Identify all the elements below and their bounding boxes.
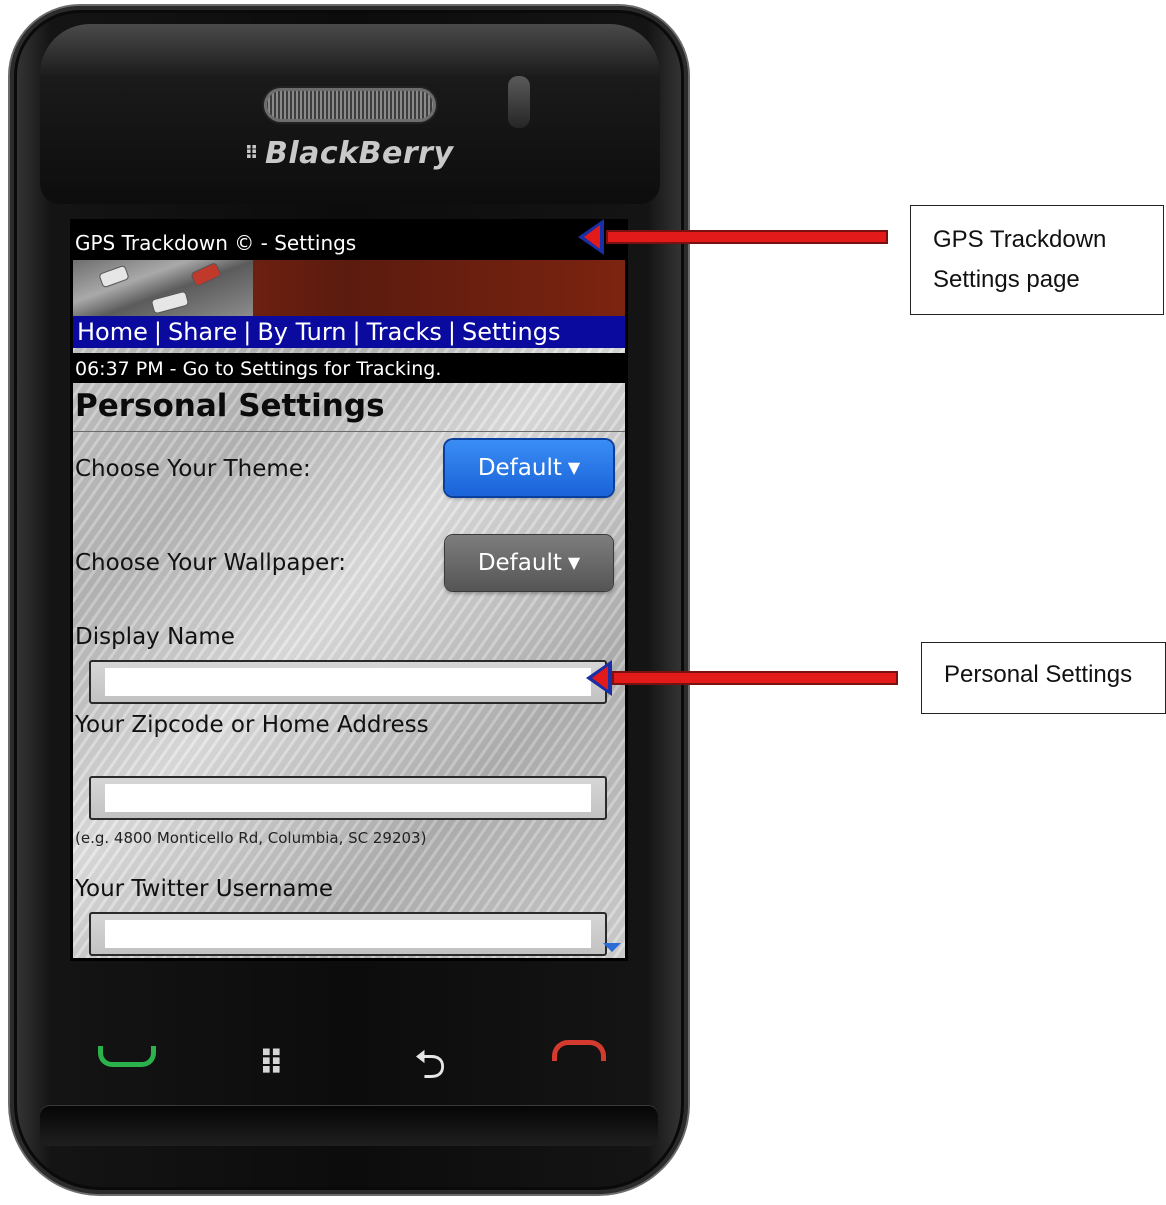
display-name-field-frame [89,660,607,704]
dropdown-arrow-icon: ▼ [567,553,581,572]
hardware-keys: ⠿ ⮌ [20,1016,698,1106]
callout-settings-page-text: GPS Trackdown Settings page [933,226,1107,293]
section-title: Personal Settings [75,388,385,424]
phone-bottom-bezel [40,1106,658,1146]
brand-name: BlackBerry [265,136,454,171]
back-key-icon[interactable]: ⮌ [414,1036,446,1104]
car-icon [151,291,189,314]
light-sensor [508,76,530,128]
header-banner [73,260,625,316]
callout-arrow [606,230,888,244]
divider [73,431,625,432]
callout-arrow [612,671,898,685]
nav-by-turn[interactable]: By Turn [257,318,346,346]
speaker-grille [264,88,436,122]
twitter-label: Your Twitter Username [75,876,334,902]
wallpaper-label: Choose Your Wallpaper: [75,550,347,576]
status-message: 06:37 PM - Go to Settings for Tracking. [73,353,625,383]
dropdown-arrow-icon: ▼ [567,458,581,477]
phone-screen: GPS Trackdown © - Settings Home | Share | By… [73,222,625,958]
theme-select[interactable]: Default ▼ [445,440,613,496]
wallpaper-select-value: Default [477,550,562,576]
nav-settings[interactable]: Settings [462,318,560,346]
blackberry-logo-icon: ⠿ [244,143,260,164]
twitter-username-field[interactable] [105,920,591,948]
app-title-bar: GPS Trackdown © - Settings [73,222,625,260]
brand-logo: ⠿ BlackBerry [10,136,688,171]
end-call-key-icon[interactable] [552,1040,606,1061]
call-key-icon[interactable] [98,1046,156,1067]
callout-personal-settings: Personal Settings [921,642,1166,714]
display-name-field[interactable] [105,668,591,696]
display-name-label: Display Name [75,624,235,650]
blackberry-menu-key-icon[interactable]: ⠿ [258,1044,284,1084]
address-field[interactable] [105,784,591,812]
address-hint: (e.g. 4800 Monticello Rd, Columbia, SC 2… [75,829,427,847]
nav-tracks[interactable]: Tracks [367,318,442,346]
nav-bar: Home | Share | By Turn | Tracks | Settings [73,316,625,348]
wallpaper-select[interactable]: Default ▼ [445,535,613,591]
phone-body: ⠿ BlackBerry GPS Trackdown © - Settings H… [10,6,688,1194]
address-label: Your Zipcode or Home Address [75,712,429,738]
nav-home[interactable]: Home [77,318,148,346]
scroll-down-icon [603,943,621,952]
car-icon [99,265,129,288]
theme-label: Choose Your Theme: [75,456,311,482]
car-icon [191,263,221,286]
arrow-head-icon [578,219,604,255]
callout-personal-settings-text: Personal Settings [944,661,1133,688]
arrow-head-icon [586,660,612,696]
traffic-photo [73,260,253,316]
twitter-field-frame [89,912,607,956]
address-field-frame [89,776,607,820]
theme-select-value: Default [477,455,562,481]
callout-settings-page: GPS Trackdown Settings page [910,205,1164,315]
nav-share[interactable]: Share [168,318,237,346]
